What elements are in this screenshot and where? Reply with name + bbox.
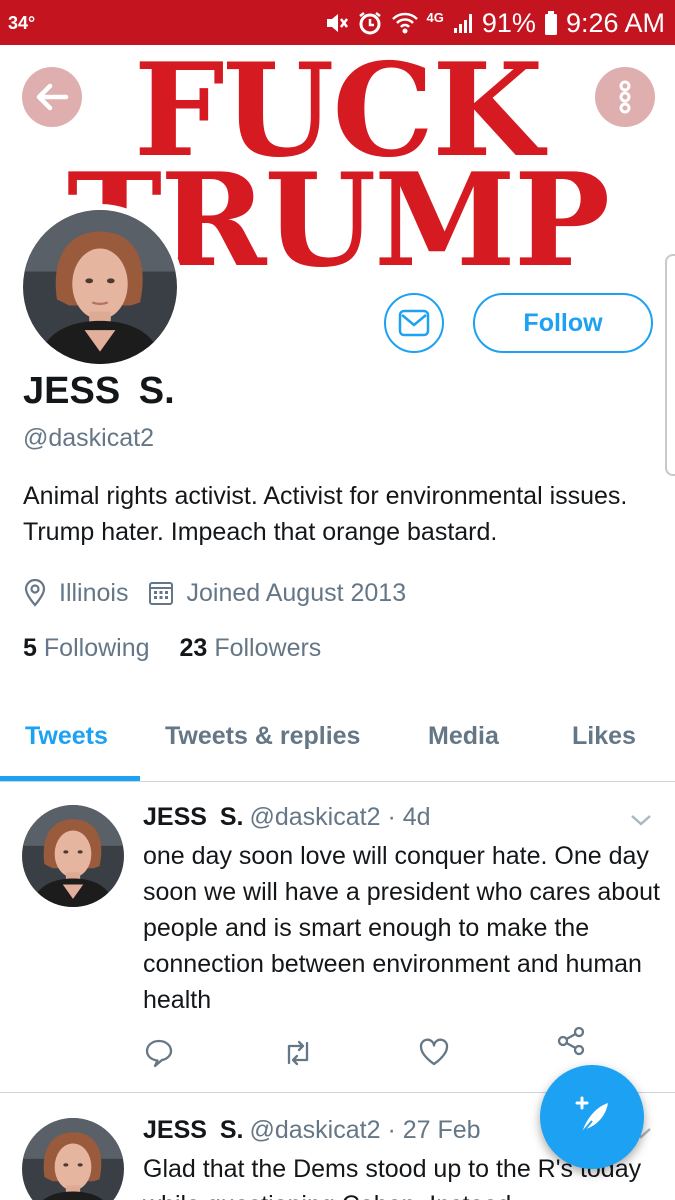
following-label: Following (43, 634, 150, 662)
profile-bio: Animal rights activist. Activist for env… (23, 482, 628, 546)
network-type-label: 4G (426, 9, 444, 25)
followers-label: Followers (214, 634, 322, 662)
share-button[interactable] (555, 1025, 587, 1062)
tweet-avatar[interactable] (22, 805, 124, 907)
profile-handle: @daskicat2 (23, 424, 154, 452)
followers-stat[interactable]: 23 Followers (180, 634, 322, 663)
tweet-author-name: JESS S. (143, 803, 244, 831)
message-button[interactable] (384, 293, 444, 353)
tweet-time: · 4d (387, 803, 431, 831)
retweet-icon (287, 1040, 309, 1066)
tab-media[interactable]: Media (428, 722, 499, 751)
wifi-icon (391, 11, 419, 35)
following-count: 5 (23, 634, 37, 662)
active-tab-indicator (0, 776, 140, 781)
location-pin-icon (24, 579, 46, 607)
profile-meta: Illinois Joined August 2013 (23, 576, 406, 610)
joined-text: Joined August 2013 (186, 578, 407, 607)
scrollbar-handle[interactable] (665, 254, 675, 476)
tweet-author-handle: @daskicat2 (249, 803, 381, 831)
compose-tweet-button[interactable] (540, 1065, 644, 1169)
profile-display-name: JESS S. (23, 370, 175, 412)
avatar-photo (22, 1118, 124, 1200)
tweet-author-handle: @daskicat2 (249, 1116, 381, 1144)
signal-icon (452, 11, 474, 35)
mute-icon (323, 10, 349, 36)
profile-avatar[interactable] (17, 204, 183, 370)
share-icon (557, 1026, 585, 1056)
tweet-time: · 27 Feb (387, 1116, 481, 1144)
following-stat[interactable]: 5 Following (23, 634, 150, 663)
chevron-down-icon (631, 815, 651, 826)
tweet-item[interactable]: JESS S. @daskicat2 · 4d one day soon love… (0, 783, 675, 1093)
tweet-header: JESS S. @daskicat2 · 4d (143, 803, 431, 832)
profile-tabs: Tweets Tweets & replies Media Likes (0, 700, 675, 782)
avatar-photo (22, 805, 124, 907)
status-temperature: 34° (8, 13, 36, 33)
profile-stats: 5 Following 23 Followers (23, 634, 321, 663)
tweet-actions (143, 1026, 623, 1074)
back-arrow-icon (36, 83, 69, 111)
follow-button[interactable]: Follow (473, 293, 653, 353)
tweet-author-name: JESS S. (143, 1116, 244, 1144)
tweet-header: JESS S. @daskicat2 · 27 Feb (143, 1116, 481, 1145)
followers-count: 23 (179, 634, 208, 662)
battery-percent: 91% (481, 7, 536, 38)
tweet-avatar[interactable] (22, 1118, 124, 1200)
battery-icon (544, 10, 558, 36)
envelope-icon (398, 309, 430, 337)
tweet-menu-button[interactable] (629, 813, 653, 832)
avatar-photo (23, 210, 177, 364)
alarm-icon (357, 10, 383, 36)
reply-icon (145, 1039, 173, 1068)
retweet-button[interactable] (281, 1037, 315, 1074)
tweet-text: one day soon love will conquer hate. One… (143, 842, 660, 1014)
more-vertical-icon (619, 80, 631, 114)
heart-icon (419, 1038, 449, 1066)
tab-tweets-replies[interactable]: Tweets & replies (165, 722, 360, 751)
tab-likes[interactable]: Likes (572, 722, 636, 751)
status-bar: 34° 4G 91% 9:26 AM (0, 0, 675, 45)
more-options-button[interactable] (595, 67, 655, 127)
profile-location: Illinois (23, 579, 128, 608)
status-time: 9:26 AM (565, 7, 665, 38)
like-button[interactable] (418, 1037, 450, 1072)
compose-feather-icon (575, 1096, 608, 1136)
back-button[interactable] (22, 67, 82, 127)
calendar-icon (149, 582, 174, 605)
reply-button[interactable] (143, 1037, 175, 1074)
tab-tweets[interactable]: Tweets (25, 722, 108, 751)
location-text: Illinois (59, 578, 129, 607)
profile-joined: Joined August 2013 (148, 579, 406, 608)
status-icons: 4G 91% 9:26 AM (323, 6, 665, 40)
